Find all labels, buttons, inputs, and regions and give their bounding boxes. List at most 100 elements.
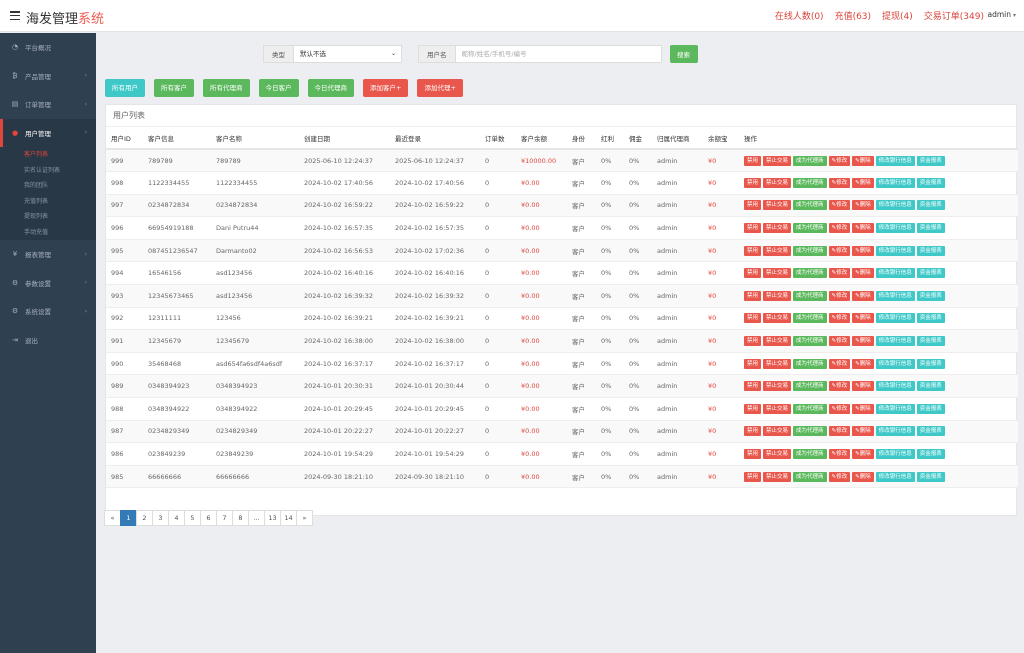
funds-report-button[interactable]: 资金报表 — [916, 245, 945, 256]
edit-button[interactable]: ✎修改 — [828, 381, 851, 392]
delete-button[interactable]: ✎删除 — [852, 177, 874, 188]
funds-report-button[interactable]: 资金报表 — [916, 449, 945, 460]
sidebar-item-system[interactable]: ⚙ 系统设置 › — [0, 297, 96, 326]
delete-button[interactable]: ✎删除 — [852, 313, 874, 324]
make-agent-button[interactable]: 成为代理商 — [793, 245, 827, 256]
trade-orders-link[interactable]: 交易订单(349) — [924, 9, 984, 22]
recharge-link[interactable]: 充值(63) — [835, 9, 871, 22]
delete-button[interactable]: ✎删除 — [852, 449, 874, 460]
ban-trading-button[interactable]: 禁止交易 — [763, 449, 792, 460]
disable-button[interactable]: 禁用 — [744, 223, 762, 234]
submenu-recharge-list[interactable]: 充值列表 — [0, 194, 96, 210]
delete-button[interactable]: ✎删除 — [852, 290, 874, 301]
submenu-my-team[interactable]: 我的团队 — [0, 178, 96, 194]
make-agent-button[interactable]: 成为代理商 — [793, 426, 827, 437]
delete-button[interactable]: ✎删除 — [852, 268, 874, 279]
make-agent-button[interactable]: 成为代理商 — [793, 268, 827, 279]
ban-trading-button[interactable]: 禁止交易 — [763, 313, 792, 324]
pagination-next[interactable]: » — [296, 510, 313, 526]
tab-today-customers[interactable]: 今日客户 — [258, 79, 299, 97]
edit-bank-info-button[interactable]: 修改银行信息 — [875, 449, 915, 460]
disable-button[interactable]: 禁用 — [744, 381, 762, 392]
pagination-page[interactable]: 4 — [168, 510, 185, 526]
ban-trading-button[interactable]: 禁止交易 — [763, 426, 792, 437]
pagination-page[interactable]: 3 — [152, 510, 169, 526]
edit-bank-info-button[interactable]: 修改银行信息 — [875, 200, 915, 211]
disable-button[interactable]: 禁用 — [744, 245, 762, 256]
pagination-page[interactable]: 2 — [136, 510, 153, 526]
funds-report-button[interactable]: 资金报表 — [916, 200, 945, 211]
make-agent-button[interactable]: 成为代理商 — [793, 155, 827, 166]
edit-bank-info-button[interactable]: 修改银行信息 — [875, 358, 915, 369]
funds-report-button[interactable]: 资金报表 — [916, 290, 945, 301]
edit-button[interactable]: ✎修改 — [828, 155, 851, 166]
edit-bank-info-button[interactable]: 修改银行信息 — [875, 313, 915, 324]
ban-trading-button[interactable]: 禁止交易 — [763, 245, 792, 256]
sidebar-item-reports[interactable]: ¥ 报表管理 › — [0, 240, 96, 269]
edit-button[interactable]: ✎修改 — [828, 426, 851, 437]
edit-button[interactable]: ✎修改 — [828, 245, 851, 256]
ban-trading-button[interactable]: 禁止交易 — [763, 268, 792, 279]
pagination-page[interactable]: 8 — [232, 510, 249, 526]
funds-report-button[interactable]: 资金报表 — [916, 313, 945, 324]
ban-trading-button[interactable]: 禁止交易 — [763, 471, 792, 482]
make-agent-button[interactable]: 成为代理商 — [793, 223, 827, 234]
sidebar-item-orders[interactable]: ▤ 订单管理 › — [0, 90, 96, 119]
tab-all-customers[interactable]: 所有客户 — [154, 79, 194, 97]
pagination-page[interactable]: 14 — [280, 510, 297, 526]
submenu-verification-list[interactable]: 实名认证列表 — [0, 163, 96, 179]
edit-bank-info-button[interactable]: 修改银行信息 — [875, 426, 915, 437]
search-input[interactable]: 昵称/姓名/手机号/编号 — [455, 45, 662, 63]
ban-trading-button[interactable]: 禁止交易 — [763, 223, 792, 234]
delete-button[interactable]: ✎删除 — [852, 245, 874, 256]
disable-button[interactable]: 禁用 — [744, 268, 762, 279]
edit-button[interactable]: ✎修改 — [828, 358, 851, 369]
submenu-manual-recharge[interactable]: 手动充值 — [0, 225, 96, 241]
online-users-link[interactable]: 在线人数(0) — [775, 9, 824, 22]
tab-all-agents[interactable]: 所有代理商 — [203, 79, 250, 97]
delete-button[interactable]: ✎删除 — [852, 200, 874, 211]
sidebar-item-overview[interactable]: ◔ 平台概况 — [0, 33, 96, 62]
add-agent-button[interactable]: 添加代理+ — [417, 79, 463, 97]
make-agent-button[interactable]: 成为代理商 — [793, 471, 827, 482]
ban-trading-button[interactable]: 禁止交易 — [763, 155, 792, 166]
edit-button[interactable]: ✎修改 — [828, 177, 851, 188]
ban-trading-button[interactable]: 禁止交易 — [763, 358, 792, 369]
funds-report-button[interactable]: 资金报表 — [916, 155, 945, 166]
edit-bank-info-button[interactable]: 修改银行信息 — [875, 268, 915, 279]
sidebar-item-users[interactable]: ● 用户管理 › — [0, 118, 96, 147]
delete-button[interactable]: ✎删除 — [852, 403, 874, 414]
make-agent-button[interactable]: 成为代理商 — [793, 449, 827, 460]
delete-button[interactable]: ✎删除 — [852, 471, 874, 482]
ban-trading-button[interactable]: 禁止交易 — [763, 381, 792, 392]
edit-button[interactable]: ✎修改 — [828, 313, 851, 324]
funds-report-button[interactable]: 资金报表 — [916, 403, 945, 414]
pagination-page[interactable]: 6 — [200, 510, 217, 526]
submenu-withdraw-list[interactable]: 提现列表 — [0, 209, 96, 225]
edit-bank-info-button[interactable]: 修改银行信息 — [875, 223, 915, 234]
ban-trading-button[interactable]: 禁止交易 — [763, 200, 792, 211]
submenu-customer-list[interactable]: 客户列表 — [0, 147, 96, 163]
edit-bank-info-button[interactable]: 修改银行信息 — [875, 155, 915, 166]
make-agent-button[interactable]: 成为代理商 — [793, 200, 827, 211]
delete-button[interactable]: ✎删除 — [852, 336, 874, 347]
edit-bank-info-button[interactable]: 修改银行信息 — [875, 471, 915, 482]
sidebar-item-params[interactable]: ⚙ 参数设置 › — [0, 269, 96, 298]
disable-button[interactable]: 禁用 — [744, 313, 762, 324]
make-agent-button[interactable]: 成为代理商 — [793, 403, 827, 414]
ban-trading-button[interactable]: 禁止交易 — [763, 290, 792, 301]
add-customer-button[interactable]: 添加客户+ — [363, 79, 409, 97]
edit-button[interactable]: ✎修改 — [828, 223, 851, 234]
edit-button[interactable]: ✎修改 — [828, 290, 851, 301]
disable-button[interactable]: 禁用 — [744, 155, 762, 166]
sidebar-item-logout[interactable]: ⇥ 退出 — [0, 326, 96, 355]
edit-bank-info-button[interactable]: 修改银行信息 — [875, 403, 915, 414]
edit-bank-info-button[interactable]: 修改银行信息 — [875, 245, 915, 256]
funds-report-button[interactable]: 资金报表 — [916, 336, 945, 347]
disable-button[interactable]: 禁用 — [744, 471, 762, 482]
make-agent-button[interactable]: 成为代理商 — [793, 290, 827, 301]
type-select[interactable]: 默认不选 ⌄ — [294, 45, 402, 63]
pagination-page[interactable]: 13 — [264, 510, 281, 526]
delete-button[interactable]: ✎删除 — [852, 358, 874, 369]
withdraw-link[interactable]: 提现(4) — [882, 9, 913, 22]
